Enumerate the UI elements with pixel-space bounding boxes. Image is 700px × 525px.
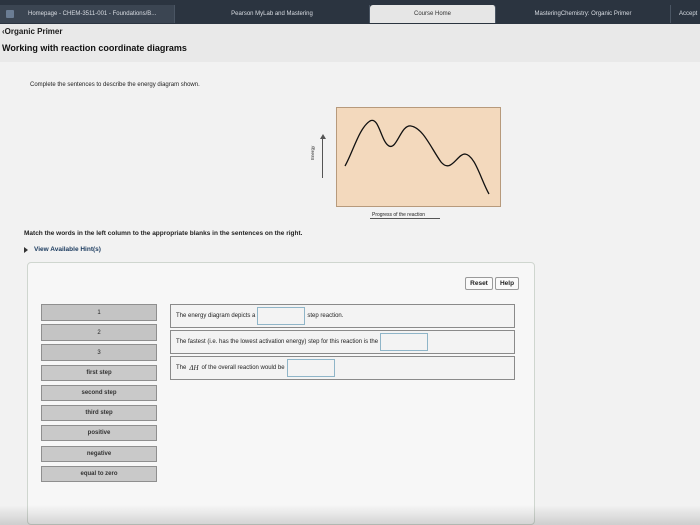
sentence-2: The fastest (i.e. has the lowest activat… [170,330,515,354]
sentence-3-blank[interactable] [286,359,335,377]
sentence-3-start: The [176,365,187,371]
y-axis [322,138,323,178]
blank-target-3[interactable]: 3 [41,344,157,361]
tab-label: Homepage - CHEM-3511-001 - Foundations/B… [28,11,157,17]
sentence-3-end: of the overall reaction would be [201,365,285,371]
sentence-1-blank[interactable] [257,307,306,325]
option-second-step[interactable]: second step [41,385,157,401]
tab-mastering-chemistry[interactable]: MasteringChemistry: Organic Primer [496,5,671,23]
energy-curve [344,119,490,195]
option-negative[interactable]: negative [41,446,157,462]
bottom-shade [0,505,700,525]
help-button[interactable]: Help [495,277,519,290]
blank-target-1[interactable]: 1 [41,304,157,321]
tab-label: Accept [679,11,698,17]
sentence-3: The ΔH of the overall reaction would be [170,356,515,380]
energy-diagram [336,107,501,207]
question-instruction: Complete the sentences to describe the e… [30,82,200,88]
option-first-step[interactable]: first step [41,365,157,381]
option-equal-to-zero[interactable]: equal to zero [41,466,157,482]
x-axis [370,218,440,219]
favicon-icon [6,10,14,18]
tab-accept[interactable]: Accept [671,5,700,23]
sentence-2-start: The fastest (i.e. has the lowest activat… [176,339,379,345]
delta-h-symbol: ΔH [189,364,199,372]
expand-triangle-icon [24,246,28,253]
blank-target-2[interactable]: 2 [41,324,157,341]
sentence-1: The energy diagram depicts a step reacti… [170,304,515,328]
tab-homepage[interactable]: Homepage - CHEM-3511-001 - Foundations/B… [0,5,175,23]
option-third-step[interactable]: third step [41,405,157,421]
option-positive[interactable]: positive [41,425,157,441]
back-link-organic-primer[interactable]: ‹Organic Primer [2,27,62,36]
sentence-1-end: step reaction. [307,313,344,319]
tab-course-home[interactable]: Course Home [370,5,496,23]
tab-label: Course Home [413,11,451,17]
view-hints-toggle[interactable]: View Available Hint(s) [24,246,101,253]
sentence-1-start: The energy diagram depicts a [176,313,256,319]
tab-label: MasteringChemistry: Organic Primer [534,11,632,17]
page-title: Working with reaction coordinate diagram… [2,43,187,53]
tab-pearson[interactable]: Pearson MyLab and Mastering [175,5,370,23]
view-hints-label: View Available Hint(s) [34,246,101,253]
browser-tab-bar: Homepage - CHEM-3511-001 - Foundations/B… [0,0,700,24]
matching-instruction: Match the words in the left column to th… [24,230,303,237]
reset-button[interactable]: Reset [465,277,493,290]
y-axis-label: Energy [310,145,315,160]
tab-label: Pearson MyLab and Mastering [231,11,313,17]
sentence-2-blank[interactable] [380,333,429,351]
